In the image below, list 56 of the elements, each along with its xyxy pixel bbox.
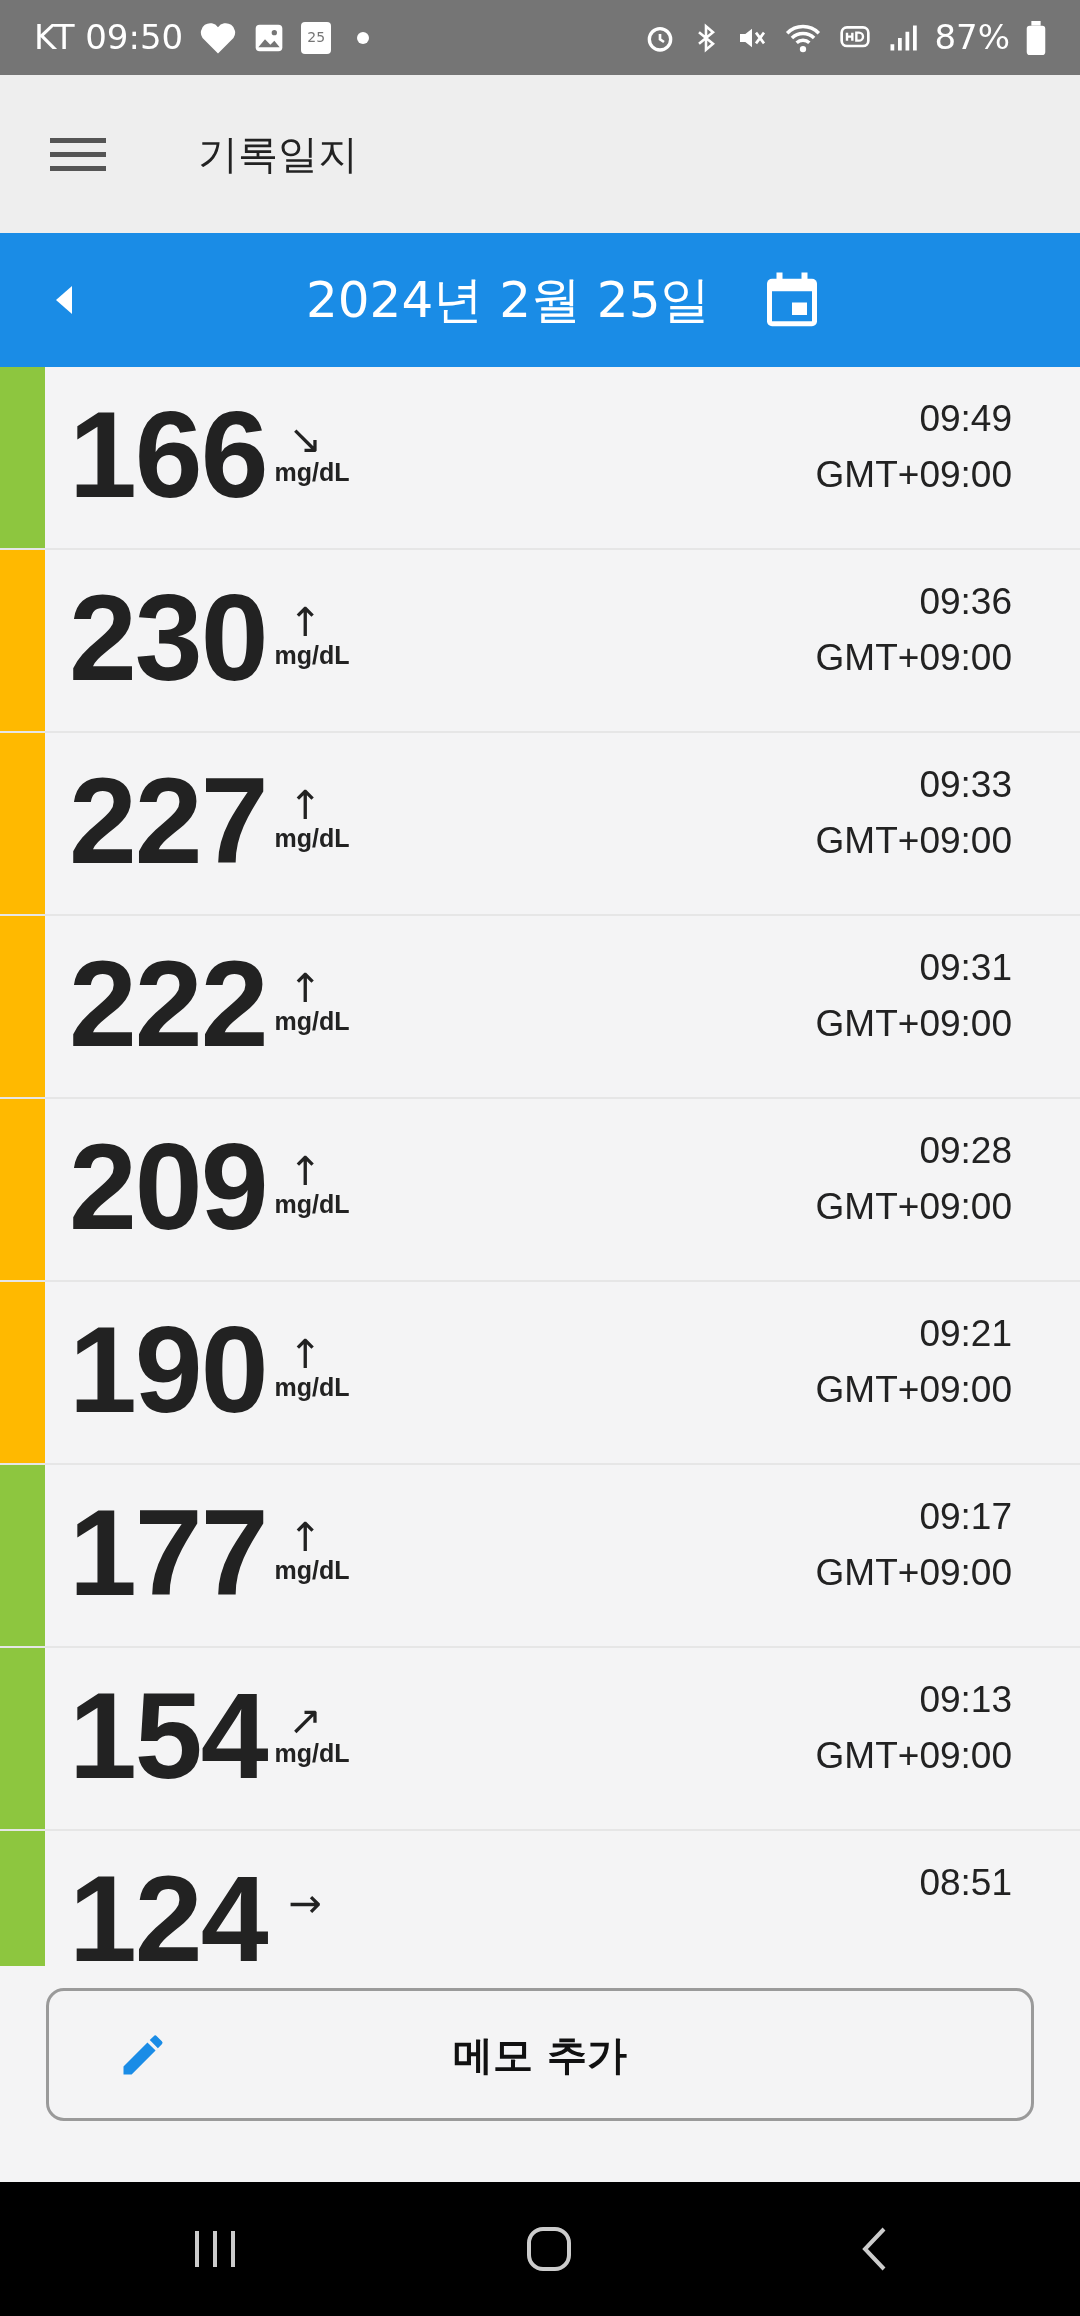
timezone-label: GMT+09:00 xyxy=(815,452,1012,497)
calendar-icon: 25 xyxy=(301,21,332,54)
date-label: 2024년 2월 25일 xyxy=(306,269,711,331)
glucose-value: 124 xyxy=(69,1871,267,1966)
trend-arrow: ↑ xyxy=(288,602,323,642)
previous-day-button[interactable] xyxy=(56,286,72,314)
unit-label: mg/dL xyxy=(274,642,350,670)
notification-dot-icon xyxy=(357,31,370,44)
timezone-label: GMT+09:00 xyxy=(815,635,1012,680)
timezone-label: GMT+09:00 xyxy=(815,818,1012,863)
heart-icon xyxy=(199,20,238,55)
reading-time: 09:49 xyxy=(918,397,1012,441)
unit-label: mg/dL xyxy=(274,459,350,487)
carrier-time: KT 09:50 xyxy=(34,16,184,59)
unit-label: mg/dL xyxy=(274,1008,350,1036)
trend-arrow: ↑ xyxy=(288,785,323,825)
add-memo-button[interactable]: 메모 추가 xyxy=(46,1988,1034,2121)
trend-arrow: ↑ xyxy=(288,1517,323,1557)
reading-time: 09:36 xyxy=(918,580,1012,624)
trend-arrow: ↘ xyxy=(288,419,323,459)
unit-label: mg/dL xyxy=(274,1191,350,1219)
unit-label: mg/dL xyxy=(274,1740,350,1768)
reading-time: 09:13 xyxy=(918,1678,1012,1722)
back-button[interactable] xyxy=(861,2226,888,2272)
reading-time: 09:28 xyxy=(918,1129,1012,1173)
timezone-label: GMT+09:00 xyxy=(815,1733,1012,1778)
glucose-value: 230 xyxy=(69,590,267,688)
trend-arrow: → xyxy=(288,1883,323,1923)
glucose-value: 166 xyxy=(69,407,267,505)
trend-arrow: ↗ xyxy=(288,1700,323,1740)
trend-arrow: ↑ xyxy=(288,1151,323,1191)
screen-title: 기록일지 xyxy=(198,130,358,179)
glucose-value: 190 xyxy=(69,1322,267,1420)
reading-time: 08:51 xyxy=(919,1861,1012,1905)
timezone-label: GMT+09:00 xyxy=(815,1184,1012,1229)
battery-percent: 87% xyxy=(934,16,1010,59)
glucose-value: 209 xyxy=(69,1139,267,1237)
trend-arrow: ↑ xyxy=(288,1334,323,1374)
reading-time: 09:31 xyxy=(918,946,1012,990)
home-button[interactable] xyxy=(526,2226,572,2272)
timezone-label: GMT+09:00 xyxy=(815,1550,1012,1595)
reading-time: 09:17 xyxy=(918,1495,1012,1539)
battery-icon xyxy=(1026,20,1046,55)
glucose-value: 222 xyxy=(69,956,267,1054)
glucose-value: 154 xyxy=(69,1688,267,1786)
glucose-value: 227 xyxy=(69,773,267,871)
unit-label: mg/dL xyxy=(274,1374,350,1402)
unit-label: mg/dL xyxy=(274,825,350,853)
reading-time: 09:33 xyxy=(918,763,1012,807)
unit-label: mg/dL xyxy=(274,1557,350,1585)
reading-time: 09:21 xyxy=(918,1312,1012,1356)
timezone-label: GMT+09:00 xyxy=(815,1001,1012,1046)
trend-arrow: ↑ xyxy=(288,968,323,1008)
recent-apps-button[interactable] xyxy=(192,2229,237,2269)
timezone-label: GMT+09:00 xyxy=(815,1367,1012,1412)
glucose-value: 177 xyxy=(69,1505,267,1603)
